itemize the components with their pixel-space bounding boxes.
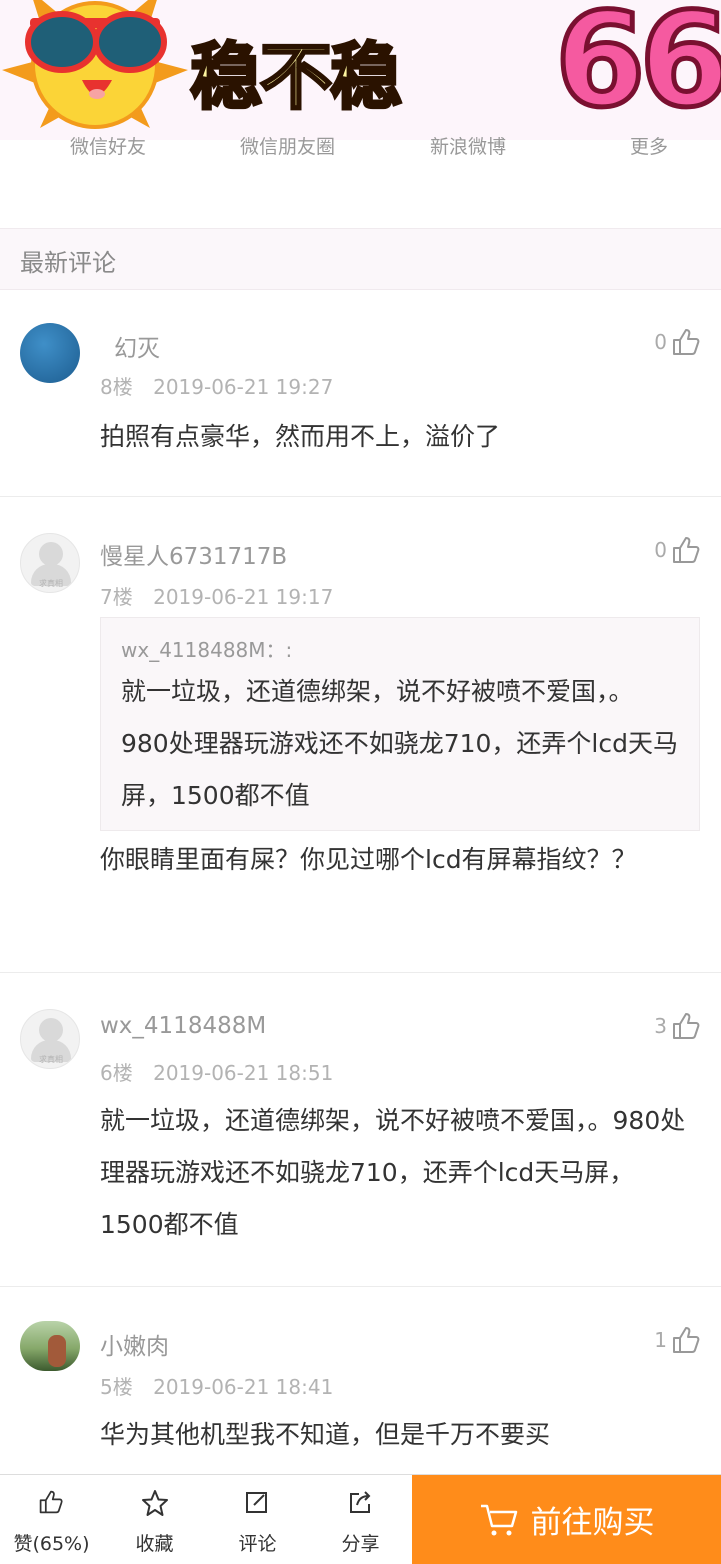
comment-time: 2019-06-21 19:27 — [153, 375, 334, 399]
comment-text: 就一垃圾，还道德绑架，说不好被喷不爱国，。980处理器玩游戏还不如骁龙710，还… — [100, 1106, 686, 1239]
sun-sunglasses-icon — [2, 0, 188, 129]
share-icon — [350, 1491, 371, 1513]
comment-text: 你眼睛里面有屎？你见过哪个lcd有屏幕指纹？？ — [100, 845, 637, 874]
comment-time: 2019-06-21 18:41 — [153, 1375, 334, 1399]
avatar[interactable]: 求真相 — [20, 1009, 80, 1069]
comment-text: 拍照有点豪华，然而用不上，溢价了 — [100, 422, 501, 451]
avatar[interactable] — [20, 1321, 80, 1371]
like-label: 赞(65%) — [13, 1533, 90, 1555]
share-wechat-friend[interactable]: 微信好友 — [70, 132, 146, 159]
star-icon — [142, 1490, 168, 1516]
avatar-caption: 求真相 — [39, 579, 63, 588]
comment-floor: 6楼 — [100, 1061, 133, 1085]
thumbs-up-icon — [673, 1327, 700, 1353]
comment-floor: 5楼 — [100, 1375, 133, 1399]
comment-meta: 8楼 2019-06-21 19:27 — [100, 371, 333, 400]
favorite-button[interactable]: 收藏 — [103, 1475, 206, 1564]
like-button[interactable]: 0 — [654, 535, 701, 565]
comment-time: 2019-06-21 18:51 — [153, 1061, 334, 1085]
comment-floor: 7楼 — [100, 585, 133, 609]
share-row: 微信好友 微信朋友圈 新浪微博 更多 — [0, 128, 721, 168]
share-label: 分享 — [341, 1533, 380, 1555]
comment-meta: 5楼 2019-06-21 18:41 — [100, 1371, 333, 1400]
comment-item: 求真相 慢星人6731717B 7楼 2019-06-21 19:17 0 wx… — [0, 497, 721, 973]
comment-time: 2019-06-21 19:17 — [153, 585, 334, 609]
promo-banner[interactable]: 稳不稳 66 — [0, 0, 721, 140]
banner-number: 66 — [553, 0, 721, 139]
comment-item: 求真相 wx_4118488M 6楼 2019-06-21 18:51 3 就一… — [0, 973, 721, 1287]
comment-username[interactable]: wx_4118488M — [100, 1013, 266, 1039]
share-wechat-moments[interactable]: 微信朋友圈 — [240, 132, 335, 159]
comment-label: 评论 — [238, 1533, 277, 1555]
cart-icon — [480, 1504, 517, 1535]
thumbs-up-icon — [673, 329, 700, 355]
like-button[interactable]: 3 — [654, 1011, 701, 1041]
avatar-caption: 求真相 — [39, 1055, 63, 1064]
comment-username[interactable]: 小嫩肉 — [100, 1327, 169, 1361]
like-count: 1 — [654, 1328, 667, 1352]
quote-text: 就一垃圾，还道德绑架，说不好被喷不爱国，。980处理器玩游戏还不如骁龙710，还… — [121, 677, 678, 810]
share-button[interactable]: 分享 — [309, 1475, 412, 1564]
avatar[interactable] — [20, 323, 80, 383]
like-button[interactable]: 1 — [654, 1325, 701, 1355]
quote-username: wx_4118488M：: — [121, 638, 293, 662]
comment-button[interactable]: 评论 — [206, 1475, 309, 1564]
banner-slogan: 稳不稳 — [188, 34, 403, 121]
like-count: 3 — [654, 1014, 667, 1038]
buy-button[interactable]: 前往购买 — [412, 1475, 721, 1564]
buy-label: 前往购买 — [530, 1505, 655, 1541]
comment-username[interactable]: 幻灭 — [114, 329, 160, 363]
quoted-comment: wx_4118488M：: 就一垃圾，还道德绑架，说不好被喷不爱国，。980处理… — [100, 617, 700, 831]
comment-text: 华为其他机型我不知道，但是千万不要买 — [100, 1420, 551, 1449]
comment-meta: 7楼 2019-06-21 19:17 — [100, 581, 333, 610]
like-count: 0 — [654, 330, 667, 354]
like-button[interactable]: 0 — [654, 327, 701, 357]
comment-floor: 8楼 — [100, 375, 133, 399]
thumbs-up-icon — [673, 1013, 700, 1039]
edit-icon — [246, 1492, 267, 1513]
like-count: 0 — [654, 538, 667, 562]
comment-item: 幻灭 8楼 2019-06-21 19:27 0 拍照有点豪华，然而用不上，溢价… — [0, 289, 721, 497]
section-title: 最新评论 — [20, 249, 116, 277]
avatar[interactable]: 求真相 — [20, 533, 80, 593]
section-header: 最新评论 — [0, 228, 721, 290]
thumbs-up-icon — [673, 537, 700, 563]
comment-item: 小嫩肉 5楼 2019-06-21 18:41 1 华为其他机型我不知道，但是千… — [0, 1287, 721, 1477]
like-article-button[interactable]: 赞(65%) — [0, 1475, 103, 1564]
share-weibo[interactable]: 新浪微博 — [430, 132, 506, 159]
thumbs-up-icon — [39, 1490, 63, 1514]
comment-meta: 6楼 2019-06-21 18:51 — [100, 1057, 333, 1086]
bottom-toolbar: 赞(65%) 收藏 评论 分享 前往购买 — [0, 1474, 721, 1564]
comment-username[interactable]: 慢星人6731717B — [100, 537, 287, 571]
share-more[interactable]: 更多 — [630, 132, 668, 159]
favorite-label: 收藏 — [135, 1533, 174, 1555]
